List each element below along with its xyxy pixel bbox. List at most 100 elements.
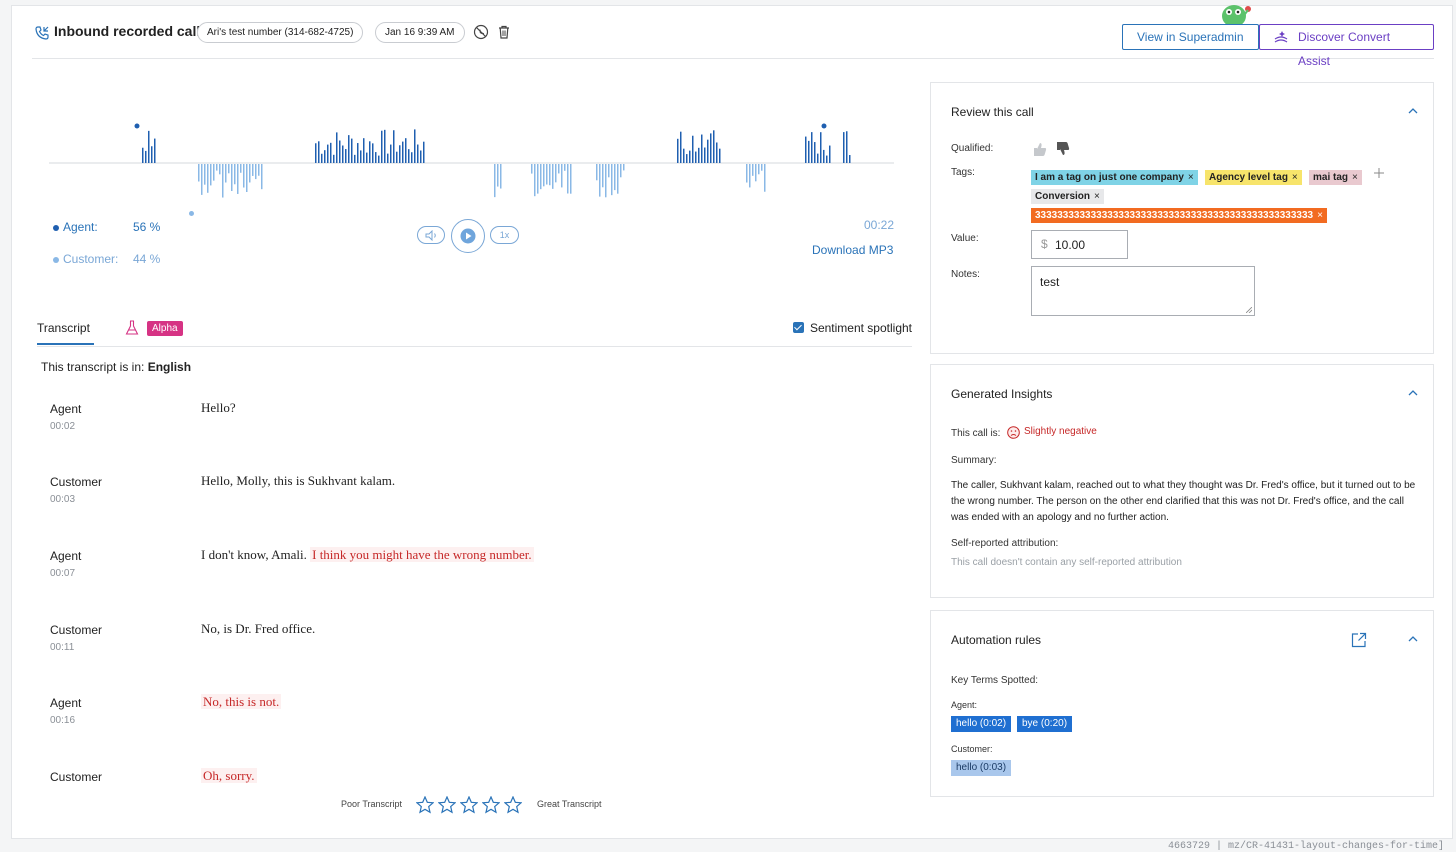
- row-timestamp[interactable]: 00:16: [50, 715, 75, 726]
- row-timestamp[interactable]: 00:11: [50, 642, 74, 653]
- language-value: English: [147, 360, 192, 374]
- transcript-row[interactable]: Agent 00:07 I don't know, Amali. I think y…: [50, 543, 910, 603]
- transcript-row[interactable]: Customer Oh, sorry.: [50, 764, 910, 784]
- speaker-icon: [425, 230, 436, 241]
- tag-label: Agency level tag: [1209, 172, 1288, 183]
- discover-convert-assist-button[interactable]: Discover Convert Assist: [1259, 24, 1434, 68]
- transcript-list[interactable]: Agent 00:02 Hello? Customer 00:03 Hello, Moll…: [50, 396, 910, 784]
- speaker-label: Customer: [50, 770, 103, 784]
- add-tag-icon[interactable]: [1374, 168, 1384, 178]
- volume-button[interactable]: [417, 226, 445, 244]
- block-caller-icon[interactable]: [473, 24, 489, 40]
- attribution-text: This call doesn't contain any self-repor…: [951, 557, 1182, 568]
- trash-icon[interactable]: [496, 24, 512, 40]
- row-timestamp[interactable]: 00:02: [50, 421, 75, 432]
- tag-chip[interactable]: Conversion ×: [1031, 189, 1104, 204]
- sentiment-checkbox[interactable]: [792, 322, 804, 333]
- chevron-up-icon[interactable]: [1407, 105, 1419, 117]
- chevron-up-icon[interactable]: [1407, 387, 1419, 399]
- call-is-label: This call is:: [951, 428, 1001, 439]
- download-mp3-link[interactable]: Download MP3: [812, 243, 893, 257]
- notes-textarea[interactable]: test: [1031, 266, 1255, 316]
- tag-chip[interactable]: I am a tag on just one company ×: [1031, 170, 1198, 185]
- chevron-up-icon[interactable]: [1407, 633, 1419, 645]
- generated-insights-panel: Generated Insights This call is: Slightl…: [930, 364, 1434, 598]
- review-call-panel: Review this call Qualified: Tags: I am a…: [930, 82, 1434, 354]
- tag-label: 3333333333333333333333333333333333333333…: [1035, 210, 1314, 221]
- speaker-label: Customer: [50, 475, 103, 489]
- transcript-tabs: Transcript Alpha Sentiment spotlight: [37, 316, 912, 347]
- rating-star-icon[interactable]: [482, 796, 500, 814]
- row-timestamp[interactable]: 00:03: [50, 494, 75, 505]
- transcript-row[interactable]: Agent 00:16 No, this is not.: [50, 690, 910, 750]
- utterance-text: Oh, sorry.: [201, 768, 257, 784]
- neutral-text: Hello, Molly, this is Sukhvant kalam.: [201, 473, 396, 488]
- sentiment-spotlight-toggle[interactable]: Sentiment spotlight: [792, 321, 912, 335]
- value-input[interactable]: $ 10.00: [1031, 230, 1128, 259]
- utterance-text: No, is Dr. Fred office.: [201, 621, 315, 637]
- insights-title: Generated Insights: [951, 387, 1053, 401]
- remove-tag-icon[interactable]: ×: [1292, 172, 1298, 183]
- call-header: Inbound recorded call Ari's test number …: [32, 5, 1434, 68]
- audio-waveform[interactable]: [49, 106, 894, 206]
- currency-symbol: $: [1041, 237, 1048, 251]
- alpha-badge[interactable]: Alpha: [147, 321, 183, 336]
- tag-label: mai tag: [1313, 172, 1349, 183]
- automation-title: Automation rules: [951, 633, 1042, 647]
- negative-sentiment-text: I think you might have the wrong number.: [310, 547, 534, 562]
- agent-terms-label: Agent:: [951, 700, 978, 710]
- date-pill: Jan 16 9:39 AM: [375, 22, 465, 43]
- utterance-text: I don't know, Amali. I think you might h…: [201, 547, 534, 563]
- flask-icon: [125, 320, 139, 335]
- play-button[interactable]: [451, 219, 485, 253]
- customer-label: Customer:: [63, 252, 119, 266]
- playback-speed-button[interactable]: 1x: [490, 226, 519, 244]
- review-title: Review this call: [951, 105, 1034, 119]
- rating-star-icon[interactable]: [438, 796, 456, 814]
- tag-chip[interactable]: 3333333333333333333333333333333333333333…: [1031, 208, 1327, 223]
- external-link-icon[interactable]: [1351, 632, 1367, 648]
- transcript-row[interactable]: Customer 00:11 No, is Dr. Fred office.: [50, 617, 910, 677]
- thumbs-down-icon[interactable]: [1056, 141, 1070, 157]
- tags-label: Tags:: [951, 167, 975, 178]
- play-icon: [460, 228, 476, 244]
- attribution-label: Self-reported attribution:: [951, 538, 1059, 549]
- speaker-label: Customer: [50, 623, 103, 637]
- remove-tag-icon[interactable]: ×: [1188, 172, 1194, 183]
- language-prefix: This transcript is in:: [41, 360, 145, 374]
- qualified-label: Qualified:: [951, 143, 994, 154]
- mascot-illustration: [1222, 5, 1251, 25]
- neutral-text: Hello?: [201, 400, 236, 415]
- key-term-chip[interactable]: bye (0:20): [1017, 716, 1073, 732]
- automation-rules-panel: Automation rules Key Terms Spotted: Agen…: [930, 610, 1434, 797]
- agent-label: Agent:: [63, 220, 98, 234]
- tab-transcript[interactable]: Transcript: [37, 321, 94, 345]
- speaker-label: Agent: [50, 402, 82, 416]
- transcript-row[interactable]: Agent 00:02 Hello?: [50, 396, 910, 456]
- remove-tag-icon[interactable]: ×: [1317, 210, 1323, 221]
- rating-star-icon[interactable]: [416, 796, 434, 814]
- row-timestamp[interactable]: 00:07: [50, 568, 75, 579]
- resize-handle-icon[interactable]: [1246, 307, 1252, 313]
- remove-tag-icon[interactable]: ×: [1352, 172, 1358, 183]
- rating-star-icon[interactable]: [460, 796, 478, 814]
- view-in-superadmin-button[interactable]: View in Superadmin: [1122, 24, 1259, 50]
- key-term-chip[interactable]: hello (0:02): [951, 716, 1012, 732]
- remove-tag-icon[interactable]: ×: [1094, 191, 1100, 202]
- customer-terms-label: Customer:: [951, 744, 993, 754]
- tag-chip[interactable]: mai tag ×: [1309, 170, 1362, 185]
- agent-dot: [53, 224, 59, 231]
- customer-pct: 44 %: [133, 252, 161, 266]
- summary-label: Summary:: [951, 455, 997, 466]
- transcript-row[interactable]: Customer 00:03 Hello, Molly, this is Sukhv…: [50, 469, 910, 529]
- call-detail-page: Inbound recorded call Ari's test number …: [11, 5, 1453, 839]
- value-text: 10.00: [1055, 238, 1086, 252]
- thumbs-up-icon[interactable]: [1033, 141, 1047, 157]
- tag-chip[interactable]: Agency level tag ×: [1205, 170, 1302, 185]
- rating-star-icon[interactable]: [504, 796, 522, 814]
- tracking-number-pill[interactable]: Ari's test number (314-682-4725): [197, 22, 364, 43]
- key-term-chip[interactable]: hello (0:03): [951, 760, 1012, 776]
- summary-text: The caller, Sukhvant kalam, reached out …: [951, 480, 1416, 523]
- playhead-marker[interactable]: [189, 211, 194, 216]
- great-transcript-label: Great Transcript: [537, 799, 602, 809]
